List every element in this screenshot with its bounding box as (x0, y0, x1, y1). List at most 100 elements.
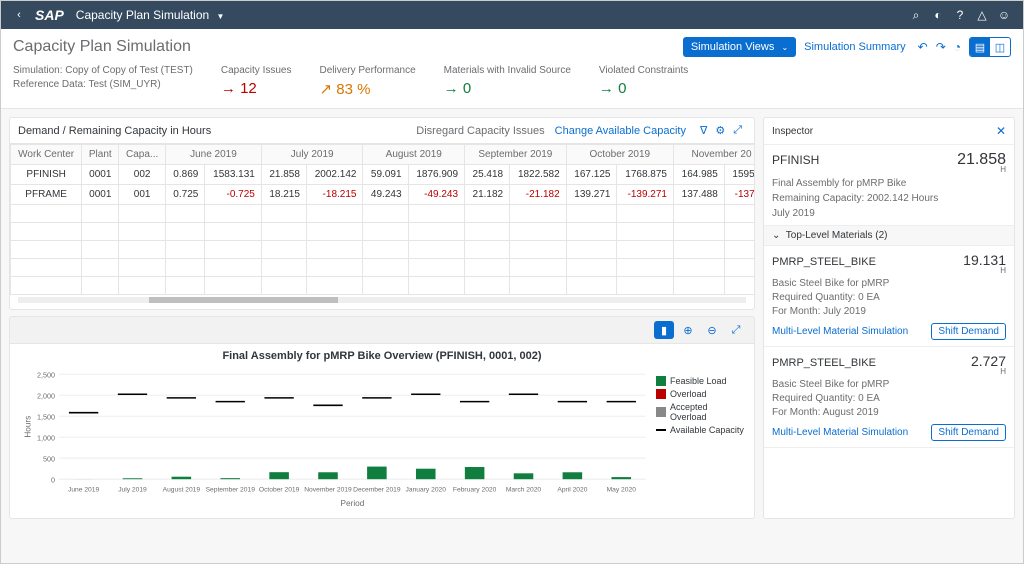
trend-icon: → (221, 80, 236, 97)
kpi-delivery-performance[interactable]: Delivery Performance ↗ 83 % (319, 65, 415, 98)
user-icon[interactable]: ☺ (993, 8, 1015, 22)
notification-icon[interactable]: △ (971, 8, 993, 22)
kpi-capacity-issues[interactable]: Capacity Issues → 12 (221, 65, 292, 98)
chevron-down-icon: ⌄ (772, 230, 780, 241)
svg-text:June 2019: June 2019 (68, 487, 99, 494)
multilevel-sim-link[interactable]: Multi-Level Material Simulation (772, 326, 908, 337)
multilevel-sim-link[interactable]: Multi-Level Material Simulation (772, 427, 908, 438)
table-row[interactable]: PFRAME00010010.725-0.72518.215-18.21549.… (11, 185, 755, 205)
material-desc: Basic Steel Bike for pMRP (772, 278, 1006, 289)
sap-logo: SAP (35, 7, 64, 23)
legend-label: Accepted Overload (670, 402, 746, 422)
table-row (11, 205, 755, 223)
zoom-in-icon[interactable]: ⊕ (678, 321, 698, 339)
table-row (11, 277, 755, 295)
svg-text:2,000: 2,000 (37, 391, 55, 400)
simulation-summary-link[interactable]: Simulation Summary (804, 41, 905, 53)
shell-title-text: Capacity Plan Simulation (76, 8, 209, 22)
inspector-month: July 2019 (772, 208, 1006, 219)
kpi-label: Delivery Performance (319, 65, 415, 76)
help-icon[interactable]: ? (949, 8, 971, 22)
shift-demand-button[interactable]: Shift Demand (931, 424, 1006, 441)
settings-icon[interactable]: ⚙ (715, 124, 725, 137)
copilot-icon[interactable]: ◐ (927, 8, 949, 22)
overview-chart[interactable]: 05001,0001,5002,0002,500June 2019July 20… (18, 366, 656, 510)
kpi-value: 12 (240, 80, 257, 97)
chart-legend: Feasible Load Overload Accepted Overload… (656, 366, 746, 510)
svg-text:2,500: 2,500 (37, 370, 55, 379)
legend-swatch-overload (656, 389, 666, 399)
material-desc: Basic Steel Bike for pMRP (772, 379, 1006, 390)
svg-text:0: 0 (51, 475, 55, 484)
material-name: PMRP_STEEL_BIKE (772, 256, 876, 268)
kpi-label: Capacity Issues (221, 65, 292, 76)
svg-text:September 2019: September 2019 (206, 487, 256, 494)
kpi-row: Simulation: Copy of Copy of Test (TEST) … (13, 65, 1011, 98)
kpi-value: 83 % (336, 81, 370, 98)
trend-icon: → (444, 80, 459, 97)
sim-value: Copy of Copy of Test (TEST) (65, 65, 193, 76)
section-label: Top-Level Materials (2) (786, 230, 888, 241)
top-level-materials-section[interactable]: ⌄ Top-Level Materials (2) (764, 225, 1014, 246)
inspector-object-name: PFINISH (772, 153, 819, 167)
disregard-link[interactable]: Disregard Capacity Issues (416, 125, 544, 137)
material-qty: Required Quantity: 0 EA (772, 393, 1006, 404)
kpi-value: 0 (618, 80, 626, 97)
legend-line-capacity (656, 429, 666, 431)
kpi-violated-constraints[interactable]: Violated Constraints → 0 (599, 65, 688, 98)
material-name: PMRP_STEEL_BIKE (772, 357, 876, 369)
material-qty: Required Quantity: 0 EA (772, 292, 1006, 303)
chart-toolbar: ▮ ⊕ ⊖ ⤢ (9, 316, 755, 344)
undo-icon[interactable]: ↶ (918, 40, 928, 54)
redo-icon[interactable]: ↷ (936, 40, 946, 54)
fullscreen-icon[interactable]: ⤢ (726, 321, 746, 339)
svg-text:1,500: 1,500 (37, 412, 55, 421)
shell-title[interactable]: Capacity Plan Simulation ▼ (76, 8, 225, 22)
svg-text:500: 500 (43, 454, 55, 463)
table-view-icon[interactable]: ▤ (970, 38, 990, 56)
svg-text:July 2019: July 2019 (118, 487, 147, 494)
filter-icon[interactable]: ∇ (700, 124, 707, 137)
chart-view-icon[interactable]: ▮ (654, 321, 674, 339)
simulation-views-label: Simulation Views (691, 41, 775, 53)
chart-view-icon[interactable]: ◫ (990, 38, 1010, 56)
material-month: For Month: July 2019 (772, 306, 1006, 317)
page-header: Capacity Plan Simulation Simulation View… (1, 29, 1023, 109)
chart-panel: Final Assembly for pMRP Bike Overview (P… (9, 344, 755, 519)
kpi-label: Violated Constraints (599, 65, 688, 76)
legend-swatch-accepted (656, 407, 666, 417)
back-icon[interactable]: ‹ (9, 9, 29, 21)
svg-text:Hours: Hours (23, 416, 32, 438)
inspector-material-item: PMRP_STEEL_BIKE19.131HBasic Steel Bike f… (764, 246, 1014, 347)
change-capacity-link[interactable]: Change Available Capacity (555, 125, 686, 137)
search-icon[interactable]: ⌕ (905, 8, 927, 23)
inspector-object-value: 21.858 (957, 151, 1006, 169)
svg-text:February 2020: February 2020 (453, 487, 497, 494)
ref-label: Reference Data: (13, 79, 86, 90)
table-row (11, 241, 755, 259)
inspector-title: Inspector (772, 126, 813, 137)
kpi-value: 0 (463, 80, 471, 97)
inspector-remaining: Remaining Capacity: 2002.142 Hours (772, 193, 1006, 204)
legend-label: Overload (670, 389, 707, 399)
ref-value: Test (SIM_UYR) (88, 79, 160, 90)
kpi-invalid-source[interactable]: Materials with Invalid Source → 0 (444, 65, 571, 98)
horizontal-scrollbar[interactable] (18, 297, 746, 303)
close-icon[interactable]: ✕ (996, 124, 1006, 138)
chevron-down-icon: ⌄ (781, 43, 788, 52)
trend-icon: ↗ (319, 81, 332, 98)
table-row (11, 223, 755, 241)
shift-demand-button[interactable]: Shift Demand (931, 323, 1006, 340)
zoom-out-icon[interactable]: ⊖ (702, 321, 722, 339)
shell-header: ‹ SAP Capacity Plan Simulation ▼ ⌕ ◐ ? △… (1, 1, 1023, 29)
capacity-grid[interactable]: Work CenterPlantCapa...June 2019July 201… (10, 144, 754, 295)
svg-text:August 2019: August 2019 (163, 487, 201, 494)
legend-swatch-feasible (656, 376, 666, 386)
simulation-views-button[interactable]: Simulation Views ⌄ (683, 37, 796, 57)
history-icon[interactable]: ◔ (954, 40, 961, 54)
inspector-material-item: PMRP_STEEL_BIKE2.727HBasic Steel Bike fo… (764, 347, 1014, 448)
chevron-down-icon: ▼ (217, 12, 225, 21)
svg-text:December 2019: December 2019 (353, 487, 401, 494)
fullscreen-icon[interactable]: ⤢ (733, 124, 742, 137)
table-row[interactable]: PFINISH00010020.8691583.13121.8582002.14… (11, 165, 755, 185)
